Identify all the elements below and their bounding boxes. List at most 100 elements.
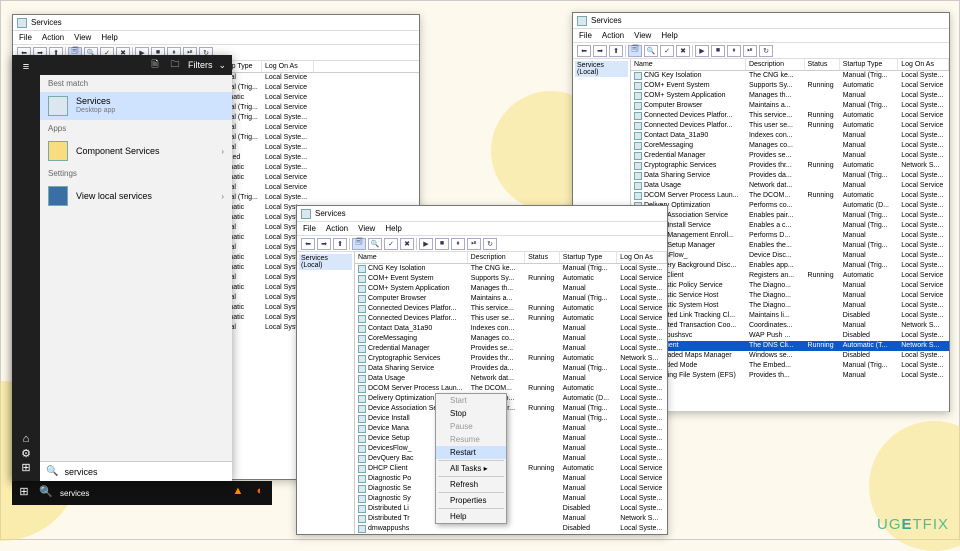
toolbar-button[interactable]: ■ (711, 45, 725, 57)
table-row[interactable]: COM+ System ApplicationManages th...Manu… (631, 91, 949, 101)
menubar[interactable]: FileActionViewHelp (573, 29, 949, 43)
menu-item-restart[interactable]: Restart (436, 446, 506, 459)
table-row[interactable]: Device Association ServiceEnables pair..… (631, 211, 949, 221)
table-row[interactable]: Data Sharing ServiceProvides da...Manual… (355, 364, 667, 374)
menubar[interactable]: FileActionViewHelp (13, 31, 419, 45)
vlc-icon[interactable]: ▲ (230, 485, 246, 501)
table-row[interactable]: COM+ System ApplicationManages th...Manu… (355, 284, 667, 294)
sidepane-label[interactable]: Services (Local) (299, 254, 352, 270)
toolbar-button[interactable]: ⬆ (609, 45, 623, 57)
table-row[interactable]: Device SetupManualLocal Syste... (355, 434, 667, 444)
toolbar-button[interactable]: ➡ (593, 45, 607, 57)
menu-help[interactable]: Help (101, 33, 117, 42)
toolbar-button[interactable]: 🗐 (352, 238, 366, 250)
toolbar-button[interactable]: ⬅ (301, 238, 315, 250)
sidepane-label[interactable]: Services (Local) (575, 61, 628, 77)
toolbar-button[interactable]: ↻ (759, 45, 773, 57)
toolbar-button[interactable]: ↻ (483, 238, 497, 250)
hamburger-icon[interactable]: ≡ (19, 61, 33, 75)
col-status[interactable]: Status (805, 59, 840, 70)
table-header[interactable]: NameDescriptionStatusStartup TypeLog On … (631, 59, 949, 71)
table-row[interactable]: dmwappushsDisabledLocal Syste... (355, 524, 667, 534)
col-startup[interactable]: Startup Type (840, 59, 899, 70)
table-row[interactable]: Delivery OptimizationPerforms co...Autom… (631, 201, 949, 211)
table-row[interactable]: Diagnostic PoManualLocal Service (355, 474, 667, 484)
best-match-services[interactable]: ServicesDesktop app (40, 92, 232, 120)
filters-label[interactable]: Filters (188, 60, 213, 70)
col-desc[interactable]: Description (468, 252, 525, 263)
table-row[interactable]: COM+ Event SystemSupports Sy...RunningAu… (631, 81, 949, 91)
col-logon[interactable]: Log On As (617, 252, 667, 263)
table-row[interactable]: CoreMessagingManages co...ManualLocal Sy… (355, 334, 667, 344)
folder-icon[interactable]: 🗀 (168, 58, 182, 72)
col-desc[interactable]: Description (746, 59, 805, 70)
col-logon[interactable]: Log On As (898, 59, 949, 70)
menu-item-stop[interactable]: Stop (436, 407, 506, 420)
toolbar-button[interactable]: ⏯ (467, 238, 481, 250)
table-row[interactable]: DCOM Server Process Laun...The DCOM...Ru… (355, 384, 667, 394)
toolbar-button[interactable]: ✓ (384, 238, 398, 250)
search-box[interactable]: 🔍 (40, 461, 232, 481)
table-row[interactable]: CoreMessagingManages co...ManualLocal Sy… (631, 141, 949, 151)
table-header[interactable]: NameDescriptionStatusStartup TypeLog On … (355, 252, 667, 264)
toolbar-button[interactable]: ⏸ (727, 45, 741, 57)
table-row[interactable]: Distributed Transaction Coo...Coordinate… (631, 321, 949, 331)
table-row[interactable]: Encrypting File System (EFS)Provides th.… (631, 371, 949, 381)
table-row[interactable]: CNG Key IsolationThe CNG ke...Manual (Tr… (631, 71, 949, 81)
table-row[interactable]: Connected Devices Platfor...This user se… (631, 121, 949, 131)
context-menu[interactable]: StartStopPauseResumeRestartAll Tasks ▸Re… (435, 393, 507, 524)
table-body-3[interactable]: CNG Key IsolationThe CNG ke...Manual (Tr… (355, 264, 667, 534)
table-row[interactable]: Device Setup ManagerEnables the...Manual… (631, 241, 949, 251)
menu-file[interactable]: File (19, 33, 32, 42)
table-row[interactable]: Diagnostic SeManualLocal Service (355, 484, 667, 494)
menu-item-refresh[interactable]: Refresh (436, 478, 506, 491)
table-row[interactable]: Distributed Link Tracking Cl...Maintains… (631, 311, 949, 321)
table-row[interactable]: Connected Devices Platfor...This service… (631, 111, 949, 121)
menu-file[interactable]: File (303, 224, 316, 233)
table-row[interactable]: Embedded ModeThe Embed...Manual (Trig...… (631, 361, 949, 371)
menu-item-properties[interactable]: Properties (436, 494, 506, 507)
menu-file[interactable]: File (579, 31, 592, 40)
toolbar-button[interactable]: ➡ (317, 238, 331, 250)
table-row[interactable]: CNG Key IsolationThe CNG ke...Manual (Tr… (355, 264, 667, 274)
search-icon[interactable]: 🔍 (38, 485, 54, 501)
toolbar-button[interactable]: ▶ (695, 45, 709, 57)
col-status[interactable]: Status (525, 252, 560, 263)
menu-help[interactable]: Help (661, 31, 677, 40)
table-row[interactable]: Contact Data_31a90Indexes con...ManualLo… (631, 131, 949, 141)
toolbar-button[interactable]: ⏯ (743, 45, 757, 57)
toolbar-button[interactable]: ⬅ (577, 45, 591, 57)
menu-action[interactable]: Action (326, 224, 348, 233)
toolbar-button[interactable]: ✖ (400, 238, 414, 250)
table-row[interactable]: Downloaded Maps ManagerWindows se...Disa… (631, 351, 949, 361)
sidepane[interactable]: Services (Local) (297, 252, 355, 534)
toolbar-button[interactable]: ⏸ (451, 238, 465, 250)
start-menu[interactable]: ≡ ⌂ ⚙ ⊞ 🗎 🗀 Filters ⌄ Best match Service… (12, 55, 232, 481)
table-row[interactable]: COM+ Event SystemSupports Sy...RunningAu… (355, 274, 667, 284)
table-row[interactable]: Diagnostic Service HostThe Diagno...Manu… (631, 291, 949, 301)
toolbar-button[interactable]: ✖ (676, 45, 690, 57)
col-name[interactable]: Name (631, 59, 746, 70)
windows-start-icon[interactable]: ⊞ (16, 485, 32, 501)
table-row[interactable]: Credential ManagerProvides se...ManualLo… (355, 344, 667, 354)
menu-item-all-tasks[interactable]: All Tasks ▸ (436, 462, 506, 475)
menubar[interactable]: FileActionViewHelp (297, 222, 667, 236)
table-body-2[interactable]: CNG Key IsolationThe CNG ke...Manual (Tr… (631, 71, 949, 381)
table-row[interactable]: Device InstallManual (Trig...Local Syste… (355, 414, 667, 424)
table-row[interactable]: Cryptographic ServicesProvides thr...Run… (631, 161, 949, 171)
table-row[interactable]: Distributed LiDisabledLocal Syste... (355, 504, 667, 514)
toolbar[interactable]: ⬅➡⬆🗐🔍✓✖▶■⏸⏯↻ (297, 236, 667, 252)
doc-icon[interactable]: 🗎 (148, 58, 162, 72)
col-startup[interactable]: Startup Type (560, 252, 617, 263)
taskbar-search-text[interactable]: services (60, 489, 89, 498)
toolbar-button[interactable]: 🗐 (628, 45, 642, 57)
table-row[interactable]: Data UsageNetwork dat...ManualLocal Serv… (355, 374, 667, 384)
titlebar[interactable]: Services (573, 13, 949, 29)
table-row[interactable]: Device ManaManualLocal Syste... (355, 424, 667, 434)
table-row[interactable]: Distributed TrManualNetwork S... (355, 514, 667, 524)
menu-view[interactable]: View (358, 224, 375, 233)
app-component-services[interactable]: Component Services › (40, 137, 232, 165)
toolbar[interactable]: ⬅➡⬆🗐🔍✓✖▶■⏸⏯↻ (573, 43, 949, 59)
search-input[interactable] (64, 467, 226, 477)
toolbar-button[interactable]: ▶ (419, 238, 433, 250)
